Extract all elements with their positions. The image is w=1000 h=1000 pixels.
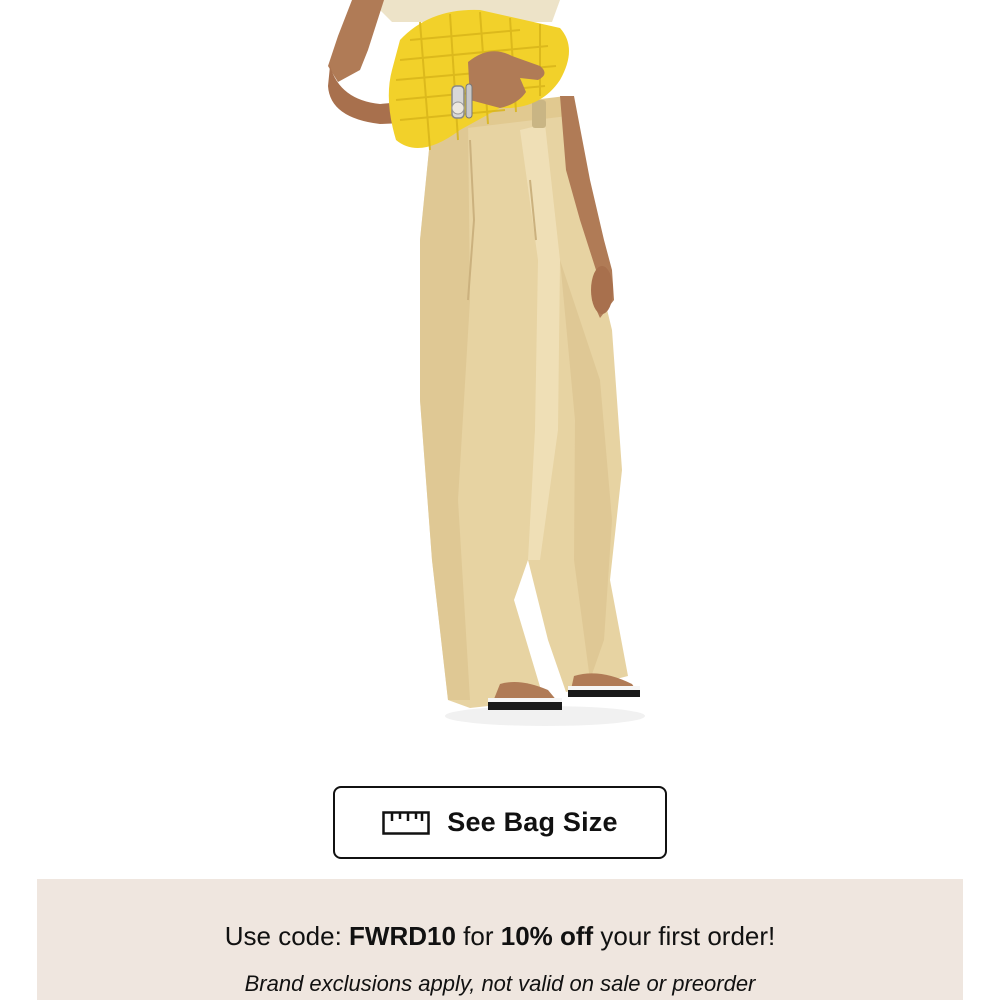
promo-middle: for: [455, 921, 501, 951]
promo-discount: 10% off: [500, 921, 594, 951]
see-bag-size-button[interactable]: See Bag Size: [333, 786, 667, 859]
ruler-icon: [382, 810, 430, 835]
promo-code: FWRD10: [349, 921, 456, 951]
product-page: See Bag Size Use code: FWRD10 for 10% of…: [0, 0, 1000, 1000]
promo-message: Use code: FWRD10 for 10% off your first …: [37, 921, 963, 952]
promo-note: Brand exclusions apply, not valid on sal…: [244, 971, 756, 996]
product-image[interactable]: [0, 0, 1000, 740]
promo-prefix: Use code:: [224, 921, 350, 951]
promo-banner: Use code: FWRD10 for 10% off your first …: [37, 879, 963, 1000]
see-bag-size-label: See Bag Size: [447, 807, 618, 837]
promo-suffix: your first order!: [593, 921, 776, 951]
